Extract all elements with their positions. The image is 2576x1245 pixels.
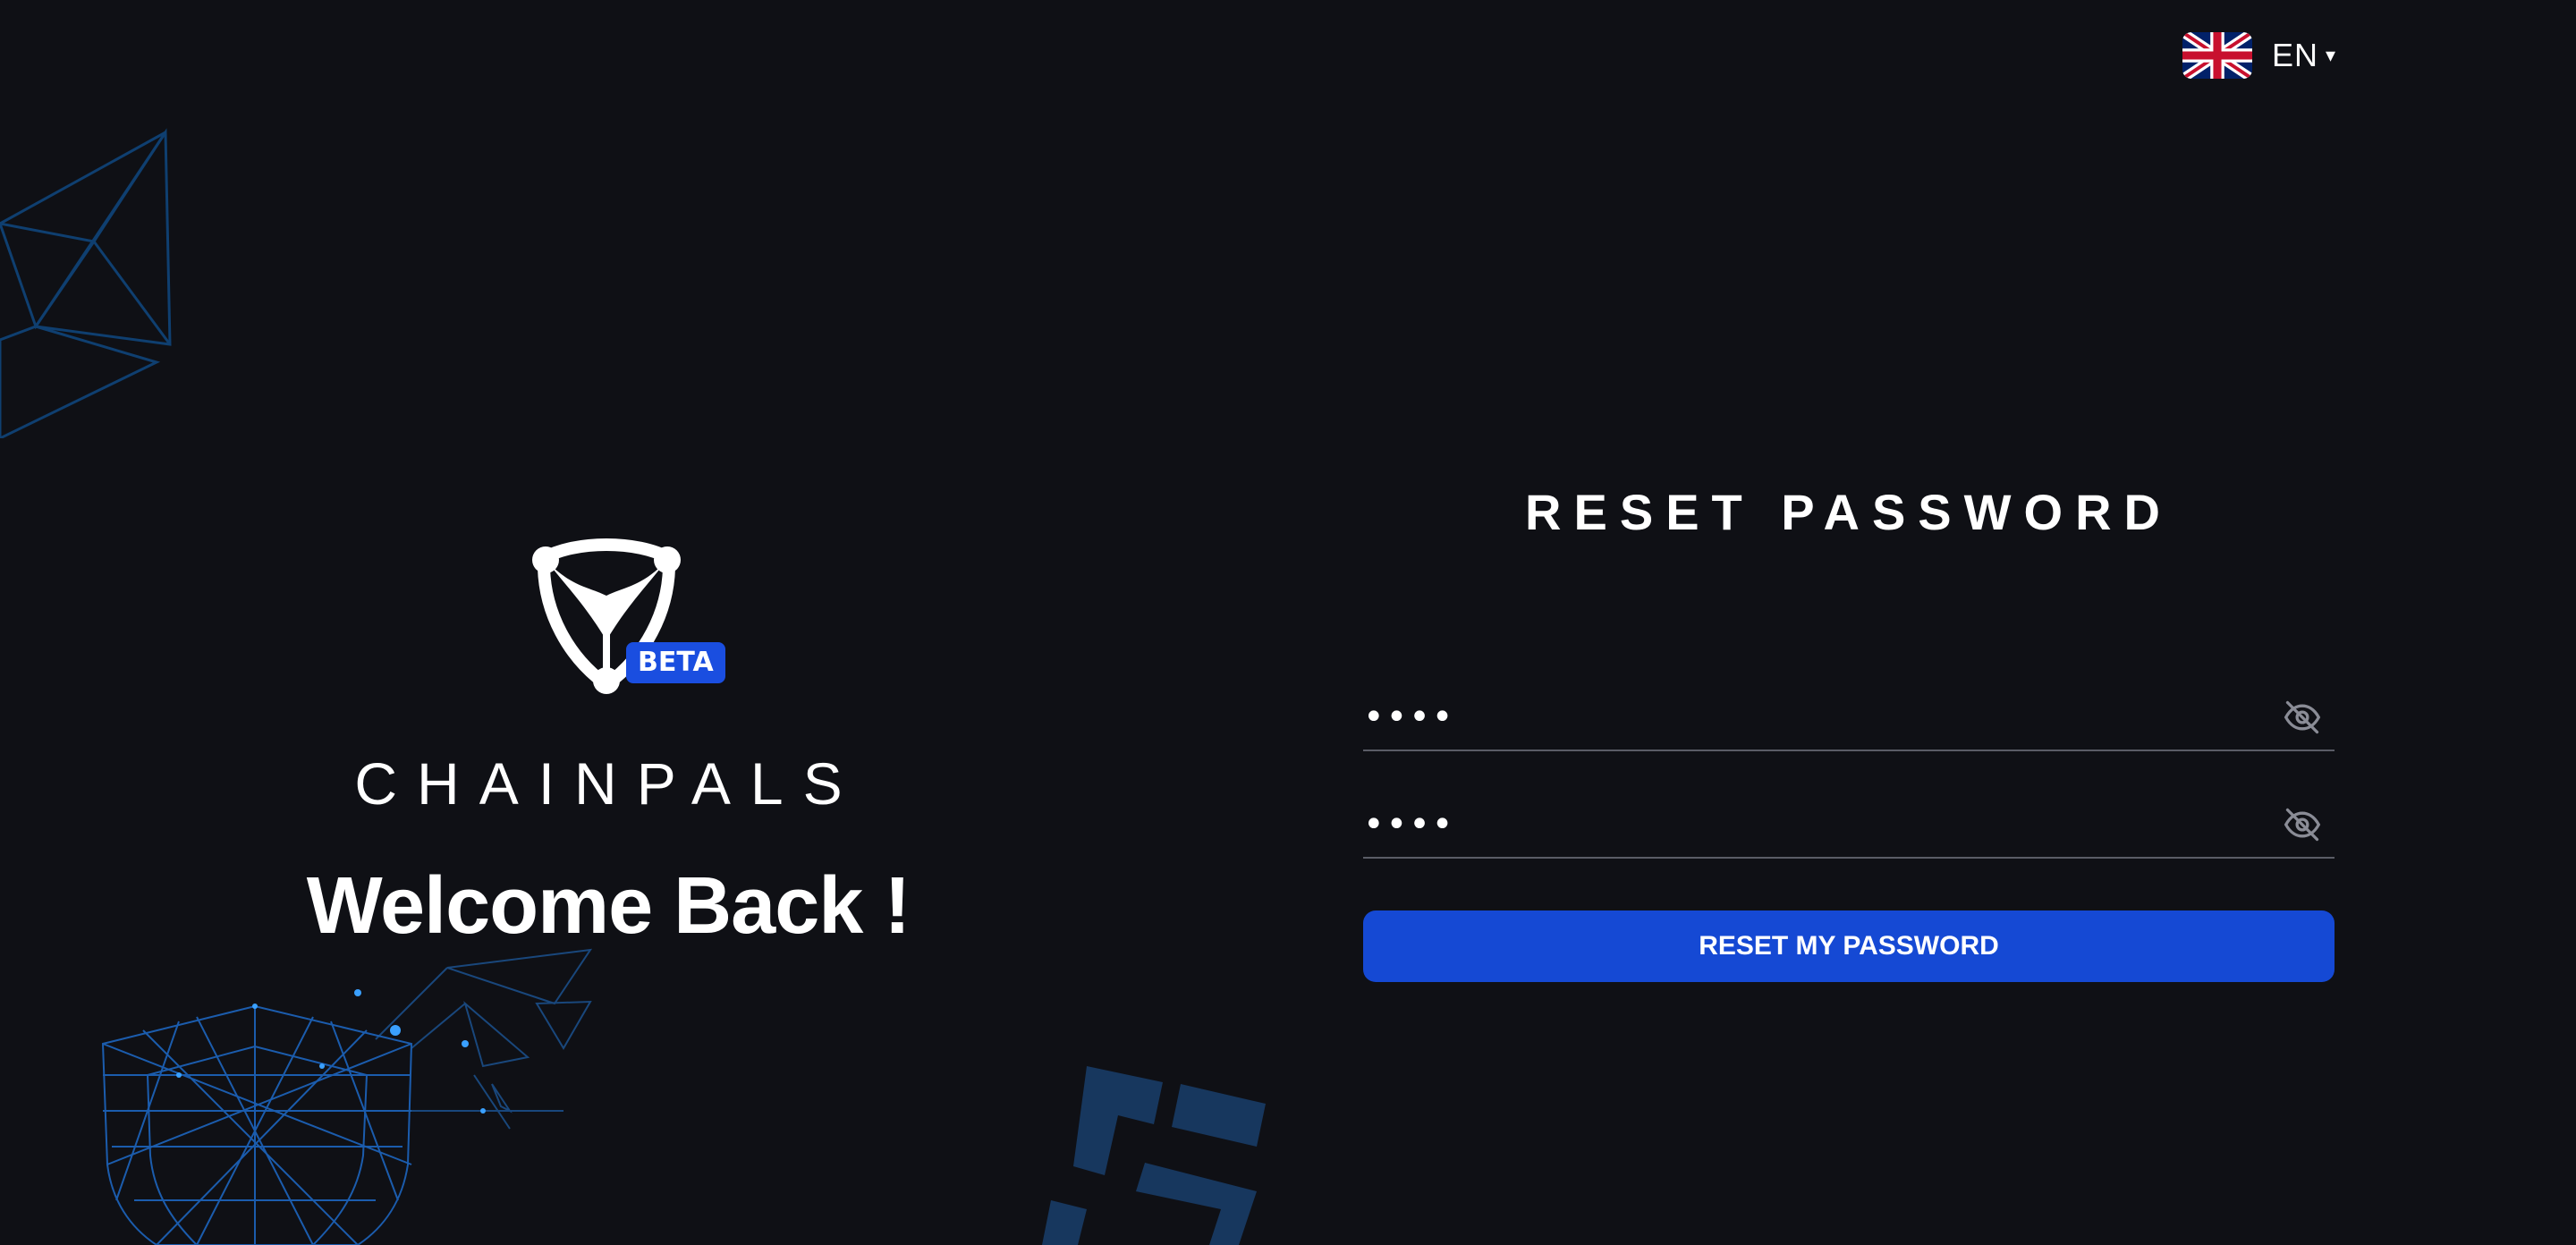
uk-flag-icon xyxy=(2182,32,2252,79)
reset-password-page: EN ▾ BETA CHAINPALS Welcome Back ! RESET… xyxy=(0,0,2576,1245)
beta-badge: BETA xyxy=(626,642,725,683)
new-password-input[interactable] xyxy=(1363,690,2283,744)
branding-panel: BETA CHAINPALS Welcome Back ! xyxy=(0,0,1216,1245)
language-code: EN xyxy=(2272,37,2319,73)
chevron-down-icon: ▾ xyxy=(2326,44,2336,66)
language-selector[interactable]: EN ▾ xyxy=(2182,32,2335,79)
welcome-heading: Welcome Back ! xyxy=(306,861,911,951)
form-title: RESET PASSWORD xyxy=(1525,484,2173,540)
confirm-password-input[interactable] xyxy=(1363,798,2283,851)
brand-name: CHAINPALS xyxy=(354,750,862,817)
reset-password-button[interactable]: RESET MY PASSWORD xyxy=(1363,910,2334,982)
eye-off-icon[interactable] xyxy=(2283,805,2322,844)
new-password-field xyxy=(1363,685,2334,751)
confirm-password-field xyxy=(1363,792,2334,859)
eye-off-icon[interactable] xyxy=(2283,698,2322,737)
